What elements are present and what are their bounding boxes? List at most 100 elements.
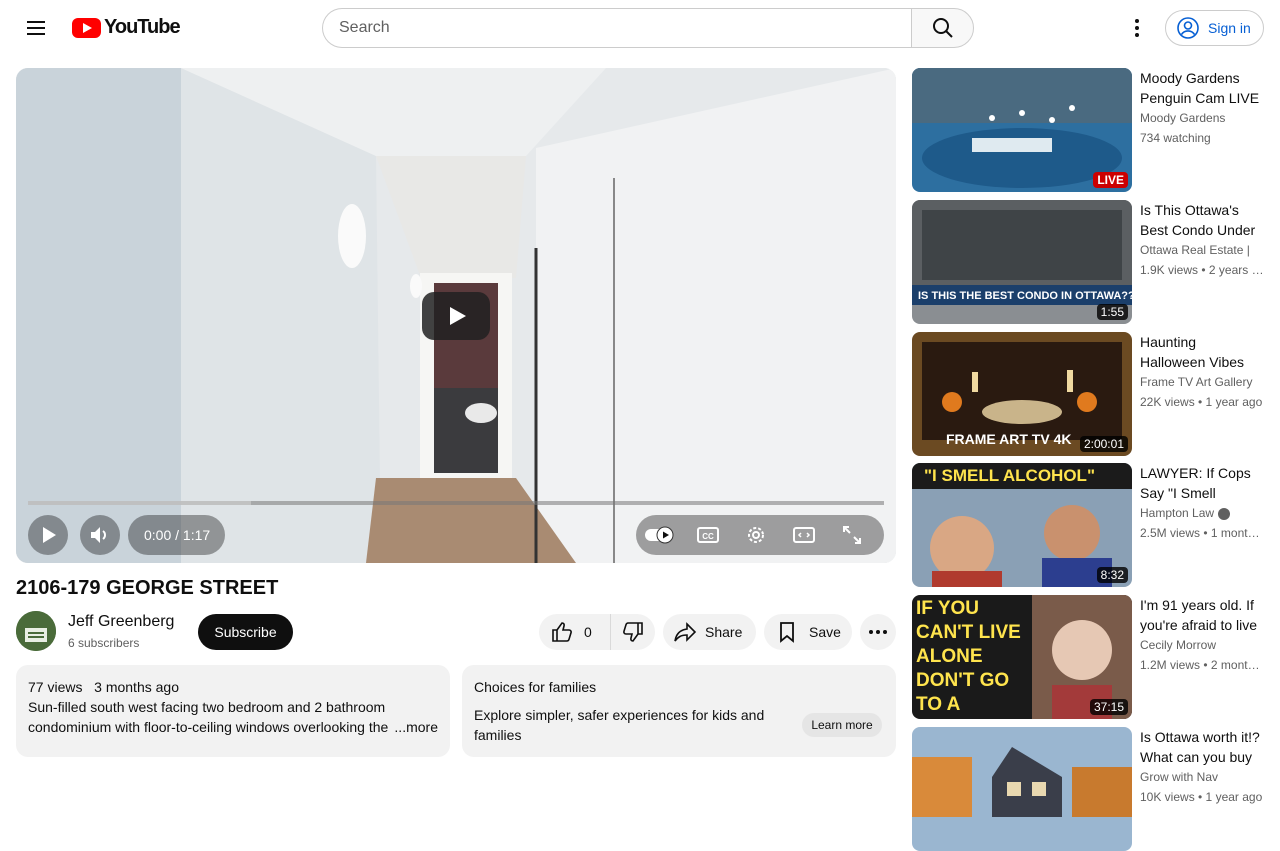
like-button[interactable]: 0 bbox=[539, 614, 611, 650]
recommendation-item[interactable]: Is Ottawa worth it!? What can you buy Gr… bbox=[912, 727, 1272, 851]
subtitles-button[interactable]: CC bbox=[684, 515, 732, 555]
save-label: Save bbox=[809, 624, 841, 640]
sign-in-button[interactable]: Sign in bbox=[1165, 10, 1264, 46]
recommendation-thumbnail: "I SMELL ALCOHOL" 8:32 bbox=[912, 463, 1132, 587]
thumbnail-caption: FRAME ART TV 4K bbox=[946, 431, 1072, 447]
duration-badge: 37:15 bbox=[1089, 699, 1128, 715]
recommendation-thumbnail: LIVE bbox=[912, 68, 1132, 192]
closed-captions-icon: CC bbox=[697, 527, 719, 543]
recommendation-title: Moody Gardens Penguin Cam LIVE bbox=[1140, 70, 1260, 106]
video-title: 2106-179 GEORGE STREET bbox=[16, 577, 279, 599]
dislike-button[interactable] bbox=[611, 614, 655, 650]
description-meta: 77 views 3 months ago bbox=[28, 677, 438, 697]
recommendation-channel: Grow with Nav bbox=[1140, 770, 1219, 784]
recommendation-thumbnail: FRAME ART TV 4K 2:00:01 bbox=[912, 332, 1132, 456]
gear-icon bbox=[748, 527, 764, 543]
show-more-link[interactable]: ...more bbox=[390, 717, 438, 737]
search-button[interactable] bbox=[911, 8, 974, 48]
video-player[interactable]: 0:00 / 1:17 CC bbox=[16, 68, 896, 563]
fullscreen-icon bbox=[843, 526, 861, 544]
verified-badge-icon bbox=[1218, 507, 1231, 520]
promo-title: Choices for families bbox=[474, 679, 597, 695]
time-display: 0:00 / 1:17 bbox=[128, 515, 225, 555]
duration-badge: 2:00:01 bbox=[1079, 436, 1128, 452]
recommendation-meta: 1.2M views • 2 months ago bbox=[1140, 658, 1264, 672]
recommendation-meta: 734 watching bbox=[1140, 131, 1211, 145]
channel-avatar[interactable] bbox=[16, 611, 56, 651]
search-input[interactable] bbox=[322, 8, 911, 48]
like-dislike-group: 0 bbox=[539, 614, 655, 650]
channel-name-text: Hampton Law bbox=[1140, 506, 1215, 520]
recommendation-title: LAWYER: If Cops Say "I Smell bbox=[1140, 465, 1251, 501]
upload-age: 3 months ago bbox=[94, 679, 179, 695]
player-right-controls: CC bbox=[636, 515, 884, 555]
hamburger-menu-icon[interactable] bbox=[16, 8, 56, 48]
recommendation-item[interactable]: FRAME ART TV 4K 2:00:01 Haunting Hallowe… bbox=[912, 332, 1272, 456]
like-count: 0 bbox=[584, 624, 592, 640]
youtube-logo[interactable]: YouTube bbox=[72, 16, 181, 39]
families-promo-card: Choices for families Explore simpler, sa… bbox=[462, 665, 896, 757]
description-box[interactable]: 77 views 3 months ago Sun-filled south w… bbox=[16, 665, 450, 757]
thumbs-down-icon bbox=[623, 622, 643, 642]
recommendation-meta: 22K views • 1 year ago bbox=[1140, 395, 1263, 409]
youtube-play-icon bbox=[72, 17, 101, 38]
account-icon bbox=[1177, 17, 1199, 39]
recommendation-channel: Ottawa Real Estate | bbox=[1140, 243, 1250, 257]
search-bar bbox=[322, 8, 974, 48]
duration-badge: 1:55 bbox=[1096, 304, 1128, 320]
theater-mode-icon bbox=[793, 527, 815, 543]
progress-bar[interactable] bbox=[28, 501, 884, 505]
save-button[interactable]: Save bbox=[764, 614, 852, 650]
subscribe-button[interactable]: Subscribe bbox=[198, 614, 293, 650]
autoplay-toggle[interactable] bbox=[636, 515, 684, 555]
recommendation-channel: Moody Gardens bbox=[1140, 111, 1226, 125]
recommendation-thumbnail: IS THIS THE BEST CONDO IN OTTAWA?? 1:55 bbox=[912, 200, 1132, 324]
autoplay-toggle-icon bbox=[645, 526, 674, 544]
share-button[interactable]: Share bbox=[663, 614, 756, 650]
channel-logo-icon bbox=[16, 611, 56, 651]
channel-name[interactable]: Jeff Greenberg bbox=[68, 613, 174, 631]
thumbs-up-icon bbox=[552, 622, 572, 642]
recommendation-title: Haunting Halloween Vibes bbox=[1140, 334, 1245, 370]
learn-more-button[interactable]: Learn more bbox=[802, 713, 882, 737]
share-icon bbox=[674, 622, 697, 642]
volume-icon bbox=[91, 527, 106, 543]
theater-mode-button[interactable] bbox=[780, 515, 828, 555]
recommendation-title: Is Ottawa worth it!? What can you buy bbox=[1140, 729, 1260, 765]
recommendation-thumbnail bbox=[912, 727, 1132, 851]
recommendation-item[interactable]: IF YOU CAN'T LIVE ALONE DON'T GO TO A NU… bbox=[912, 595, 1272, 719]
fullscreen-button[interactable] bbox=[828, 515, 876, 555]
recommendation-channel: Cecily Morrow bbox=[1140, 638, 1217, 652]
thumbnail-caption: "I SMELL ALCOHOL" bbox=[924, 466, 1096, 485]
promo-body: Explore simpler, safer experiences for k… bbox=[474, 707, 765, 743]
recommendation-thumbnail: IF YOU CAN'T LIVE ALONE DON'T GO TO A NU… bbox=[912, 595, 1132, 719]
settings-button[interactable] bbox=[732, 515, 780, 555]
share-label: Share bbox=[705, 624, 743, 640]
recommendation-item[interactable]: "I SMELL ALCOHOL" 8:32 LAWYER: If Cops S… bbox=[912, 463, 1272, 587]
live-badge: LIVE bbox=[1093, 172, 1128, 188]
more-actions-button[interactable] bbox=[860, 614, 896, 650]
progress-buffered bbox=[28, 501, 251, 505]
sign-in-label: Sign in bbox=[1208, 20, 1251, 36]
bookmark-icon bbox=[780, 622, 794, 643]
recommendation-title: I'm 91 years old. If you're afraid to li… bbox=[1140, 597, 1258, 633]
thumbnail-caption: IF YOU CAN'T LIVE ALONE DON'T GO TO A NU… bbox=[916, 598, 1021, 719]
description-text: Sun-filled south west facing two bedroom… bbox=[28, 699, 389, 735]
masthead: YouTube Sign in bbox=[0, 0, 1280, 56]
recommendation-meta: 1.9K views • 2 years ago bbox=[1140, 263, 1264, 277]
large-play-button[interactable] bbox=[422, 292, 490, 340]
recommendation-item[interactable]: LIVE Moody Gardens Penguin Cam LIVE Mood… bbox=[912, 68, 1272, 192]
recommendation-item[interactable]: IS THIS THE BEST CONDO IN OTTAWA?? 1:55 … bbox=[912, 200, 1272, 324]
settings-kebab-icon[interactable] bbox=[1117, 8, 1157, 48]
play-button[interactable] bbox=[28, 515, 68, 555]
subscriber-count: 6 subscribers bbox=[68, 636, 140, 650]
recommendation-channel: Frame TV Art Gallery bbox=[1140, 375, 1253, 389]
recommendation-channel: Hampton Law bbox=[1140, 503, 1264, 523]
play-icon bbox=[43, 527, 56, 543]
svg-text:CC: CC bbox=[702, 532, 714, 541]
duration-badge: 8:32 bbox=[1096, 567, 1128, 583]
recommendation-meta: 10K views • 1 year ago bbox=[1140, 790, 1263, 804]
logo-text: YouTube bbox=[104, 16, 181, 38]
mute-button[interactable] bbox=[80, 515, 120, 555]
recommendation-title: Is This Ottawa's Best Condo Under bbox=[1140, 202, 1256, 238]
